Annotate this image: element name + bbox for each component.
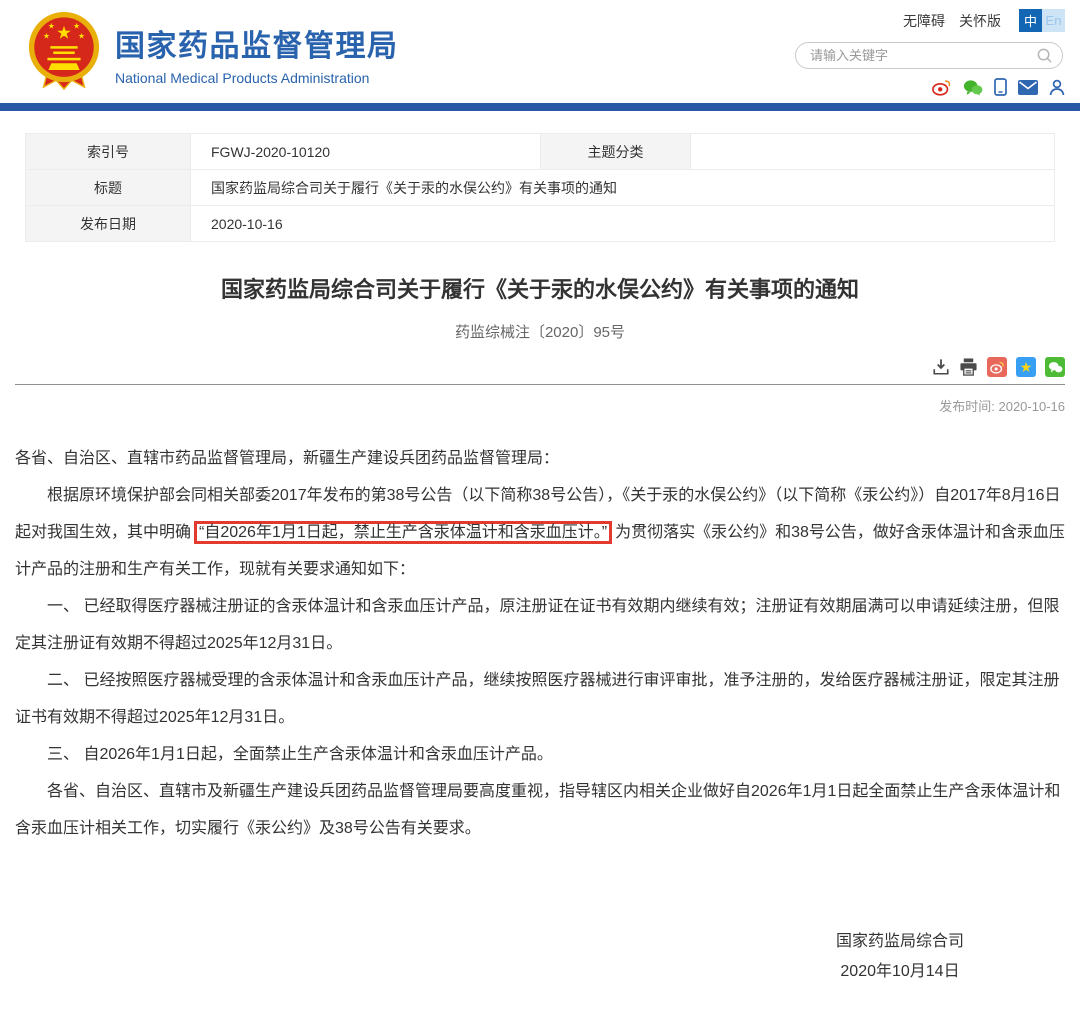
- svg-text:★: ★: [78, 31, 85, 40]
- download-icon[interactable]: [932, 358, 950, 376]
- item-1: 一、 已经取得医疗器械注册证的含汞体温计和含汞血压计产品，原注册证在证书有效期内…: [15, 588, 1065, 662]
- article-toolbar: ★: [15, 357, 1065, 377]
- national-emblem-icon: ★ ★ ★ ★ ★: [25, 10, 103, 97]
- table-row: 标题 国家药监局综合司关于履行《关于汞的水俣公约》有关事项的通知: [26, 170, 1055, 206]
- page: ★ ★ ★ ★ ★ 国家药品监督管理局 National Medical Pro…: [0, 0, 1080, 1027]
- doc-number: 药监综械注〔2020〕95号: [15, 321, 1065, 342]
- salutation: 各省、自治区、直辖市药品监督管理局，新疆生产建设兵团药品监督管理局：: [15, 440, 1065, 477]
- svg-text:★: ★: [48, 22, 55, 31]
- header-divider-bar: [0, 103, 1080, 111]
- meta-label-publish-date: 发布日期: [26, 206, 191, 242]
- site-subtitle: National Medical Products Administration: [115, 70, 399, 86]
- user-icon[interactable]: [1049, 79, 1065, 96]
- table-row: 索引号 FGWJ-2020-10120 主题分类: [26, 134, 1055, 170]
- search-input[interactable]: [796, 48, 1036, 63]
- social-links: [795, 78, 1065, 96]
- print-icon[interactable]: [959, 358, 978, 376]
- item-3: 三、 自2026年1月1日起，全面禁止生产含汞体温计和含汞血压计产品。: [15, 736, 1065, 773]
- closing-paragraph: 各省、自治区、直辖市及新疆生产建设兵团药品监督管理局要高度重视，指导辖区内相关企…: [15, 773, 1065, 847]
- svg-text:★: ★: [73, 22, 80, 31]
- weibo-share-icon[interactable]: [987, 357, 1007, 377]
- search-box: [795, 42, 1063, 69]
- meta-value-title: 国家药监局综合司关于履行《关于汞的水俣公约》有关事项的通知: [191, 170, 1055, 206]
- logo-text: 国家药品监督管理局 National Medical Products Admi…: [115, 21, 399, 86]
- wechat-icon[interactable]: [963, 79, 983, 96]
- accessibility-link[interactable]: 无障碍: [903, 11, 945, 31]
- meta-value-topic-category: [691, 134, 1055, 170]
- item-2: 二、 已经按照医疗器械受理的含汞体温计和含汞血压计产品，继续按照医疗器械进行审评…: [15, 662, 1065, 736]
- top-links: 无障碍 关怀版 中 En: [795, 9, 1065, 32]
- signature-org: 国家药监局综合司: [815, 927, 985, 957]
- article-title: 国家药监局综合司关于履行《关于汞的水俣公约》有关事项的通知: [35, 272, 1045, 304]
- content-divider: [15, 384, 1065, 385]
- meta-label-title: 标题: [26, 170, 191, 206]
- svg-text:★: ★: [56, 22, 72, 42]
- search-icon[interactable]: [1036, 47, 1053, 64]
- main-content: 索引号 FGWJ-2020-10120 主题分类 标题 国家药监局综合司关于履行…: [15, 133, 1065, 987]
- mobile-icon[interactable]: [994, 78, 1007, 96]
- header-right: 无障碍 关怀版 中 En: [795, 9, 1065, 96]
- table-row: 发布日期 2020-10-16: [26, 206, 1055, 242]
- meta-value-publish-date: 2020-10-16: [191, 206, 1055, 242]
- lang-zh-button[interactable]: 中: [1019, 9, 1042, 32]
- article-body: 各省、自治区、直辖市药品监督管理局，新疆生产建设兵团药品监督管理局： 根据原环境…: [15, 440, 1065, 987]
- site-logo[interactable]: ★ ★ ★ ★ ★ 国家药品监督管理局 National Medical Pro…: [25, 10, 399, 97]
- weibo-icon[interactable]: [932, 79, 952, 96]
- svg-text:★: ★: [43, 31, 50, 40]
- qzone-share-icon[interactable]: ★: [1016, 357, 1036, 377]
- site-title: 国家药品监督管理局: [115, 21, 399, 65]
- signature-block: 国家药监局综合司 2020年10月14日: [815, 927, 985, 987]
- intro-paragraph: 根据原环境保护部会同相关部委2017年发布的第38号公告（以下简称38号公告），…: [15, 477, 1065, 588]
- wechat-share-icon[interactable]: [1045, 357, 1065, 377]
- document-meta-table: 索引号 FGWJ-2020-10120 主题分类 标题 国家药监局综合司关于履行…: [25, 133, 1055, 242]
- meta-label-index-number: 索引号: [26, 134, 191, 170]
- site-header: ★ ★ ★ ★ ★ 国家药品监督管理局 National Medical Pro…: [0, 0, 1080, 103]
- language-switch: 中 En: [1019, 9, 1065, 32]
- care-version-link[interactable]: 关怀版: [959, 11, 1001, 31]
- publish-time: 发布时间: 2020-10-16: [15, 396, 1065, 415]
- signature-date: 2020年10月14日: [815, 957, 985, 987]
- lang-en-button[interactable]: En: [1042, 9, 1065, 32]
- mail-icon[interactable]: [1018, 80, 1038, 95]
- meta-label-topic-category: 主题分类: [541, 134, 691, 170]
- highlighted-text: “自2026年1月1日起，禁止生产含汞体温计和含汞血压计。”: [194, 521, 612, 544]
- meta-value-index-number: FGWJ-2020-10120: [191, 134, 541, 170]
